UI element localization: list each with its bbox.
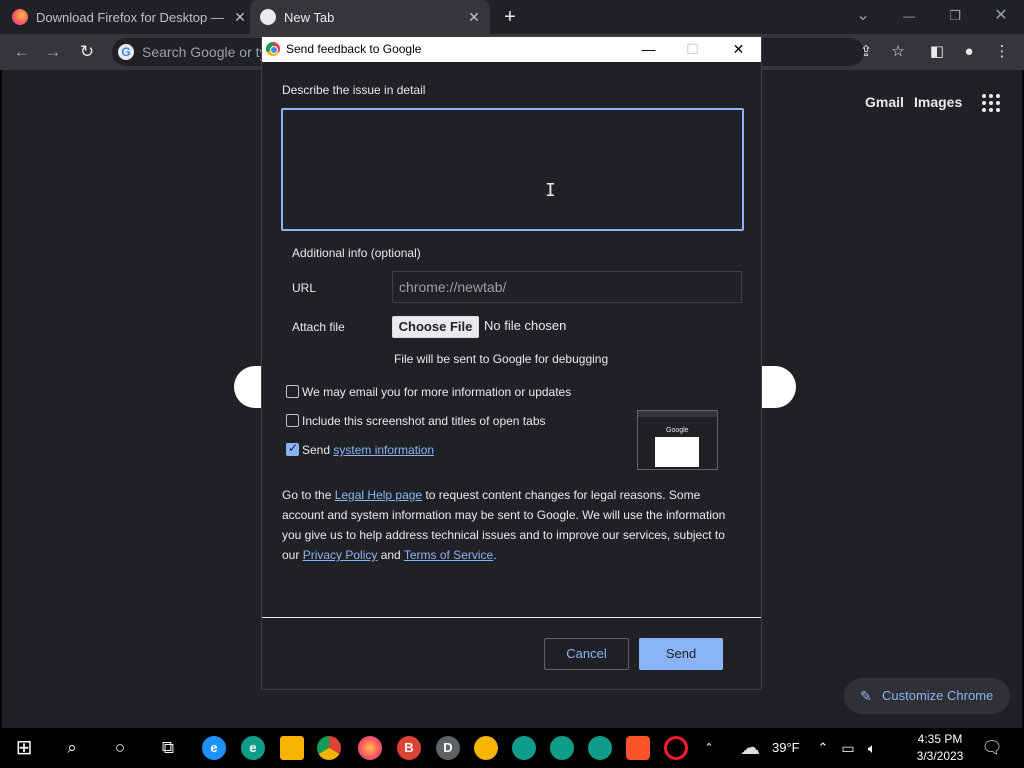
menu-kebab-icon[interactable]: ⋮ bbox=[992, 42, 1012, 62]
send-button[interactable]: Send bbox=[639, 638, 723, 670]
screenshot-checkbox[interactable] bbox=[286, 414, 299, 427]
screenshot-checkbox-label: Include this screenshot and titles of op… bbox=[302, 414, 546, 428]
tab-search-icon[interactable]: ⌄ bbox=[848, 4, 878, 28]
legal-text-part: and bbox=[377, 548, 404, 562]
opera-icon[interactable] bbox=[664, 736, 688, 760]
legal-text-part: . bbox=[493, 548, 497, 562]
taskbar-scroll-icon[interactable]: ⌃ bbox=[697, 736, 721, 760]
clock[interactable]: 4:35 PM 3/3/2023 bbox=[910, 731, 970, 765]
tab-title: Download Firefox for Desktop — bbox=[36, 9, 224, 25]
share-icon[interactable]: ⇪ bbox=[856, 42, 876, 62]
url-label: URL bbox=[292, 281, 317, 295]
tab-new-tab[interactable]: New Tab ✕ bbox=[250, 0, 490, 34]
send-prefix: Send bbox=[302, 443, 331, 457]
legal-text-part: Go to the bbox=[282, 488, 335, 502]
email-checkbox[interactable] bbox=[286, 385, 299, 398]
tab-title: New Tab bbox=[284, 9, 335, 25]
date-text: 3/3/2023 bbox=[916, 749, 964, 763]
edge-dev-icon[interactable] bbox=[550, 736, 574, 760]
edge-beta-icon[interactable] bbox=[512, 736, 536, 760]
gmail-link[interactable]: Gmail bbox=[865, 94, 904, 110]
system-info-checkbox[interactable] bbox=[286, 441, 299, 456]
tab-firefox-download[interactable]: Download Firefox for Desktop — ✕ bbox=[12, 0, 248, 34]
weather-temperature[interactable]: 39°F bbox=[772, 740, 800, 755]
chrome-dev-icon[interactable]: D bbox=[436, 736, 460, 760]
omnibox-placeholder: Search Google or ty bbox=[142, 44, 267, 60]
tray-overflow-icon[interactable]: ⌃ bbox=[811, 736, 835, 760]
profile-avatar-icon[interactable]: ● bbox=[959, 42, 979, 62]
thumbnail-google-text: Google bbox=[666, 427, 689, 434]
google-g-icon: G bbox=[118, 44, 134, 60]
forward-arrow-icon[interactable]: → bbox=[42, 41, 64, 63]
edge-icon[interactable]: e bbox=[241, 736, 265, 760]
network-icon[interactable]: ▭ bbox=[836, 736, 860, 760]
pencil-icon: ✎ bbox=[860, 688, 872, 704]
chrome-taskbar-icon[interactable] bbox=[317, 736, 341, 760]
chrome-icon bbox=[260, 9, 276, 25]
privacy-policy-link[interactable]: Privacy Policy bbox=[303, 548, 378, 562]
customize-label: Customize Chrome bbox=[882, 688, 994, 703]
dialog-maximize-button: ☐ bbox=[686, 41, 699, 57]
dialog-title: Send feedback to Google bbox=[286, 42, 422, 56]
close-tab-icon[interactable]: ✕ bbox=[466, 9, 482, 26]
windows-taskbar: ⊞ ⌕ ○ ⧉ e e B D ⌃ ☁ 39°F ⌃ ▭ 🔈︎ 4:35 PM … bbox=[0, 728, 1024, 768]
terms-of-service-link[interactable]: Terms of Service bbox=[404, 548, 493, 562]
feedback-dialog: Send feedback to Google — ☐ ✕ Describe t… bbox=[261, 36, 762, 690]
windows-start-icon[interactable]: ⊞ bbox=[12, 736, 36, 760]
side-panel-icon[interactable]: ◧ bbox=[927, 42, 947, 62]
ie-icon[interactable]: e bbox=[202, 736, 226, 760]
attach-file-label: Attach file bbox=[292, 320, 345, 334]
search-icon[interactable]: ⌕ bbox=[60, 736, 84, 760]
footer-divider bbox=[262, 617, 761, 618]
cancel-button[interactable]: Cancel bbox=[544, 638, 629, 670]
email-checkbox-label: We may email you for more information or… bbox=[302, 385, 572, 399]
dialog-titlebar: Send feedback to Google — ☐ ✕ bbox=[262, 37, 761, 62]
task-view-icon[interactable]: ⧉ bbox=[156, 736, 180, 760]
chrome-canary-icon[interactable] bbox=[474, 736, 498, 760]
chrome-logo-icon bbox=[266, 42, 280, 56]
legal-text: Go to the Legal Help page to request con… bbox=[282, 485, 745, 565]
legal-help-link[interactable]: Legal Help page bbox=[335, 488, 422, 502]
dialog-minimize-button[interactable]: — bbox=[626, 37, 671, 62]
firefox-icon bbox=[12, 9, 28, 25]
chrome-beta-icon[interactable]: B bbox=[397, 736, 421, 760]
images-link[interactable]: Images bbox=[914, 94, 962, 110]
firefox-taskbar-icon[interactable] bbox=[358, 736, 382, 760]
describe-issue-textarea[interactable] bbox=[281, 108, 744, 231]
reload-icon[interactable]: ↻ bbox=[76, 41, 98, 63]
no-file-chosen-text: No file chosen bbox=[484, 318, 567, 333]
text-cursor-icon: I bbox=[545, 180, 556, 201]
close-tab-icon[interactable]: ✕ bbox=[232, 9, 248, 26]
choose-file-button[interactable]: Choose File bbox=[392, 316, 479, 338]
new-tab-button[interactable]: + bbox=[500, 5, 520, 29]
google-apps-icon[interactable] bbox=[982, 94, 1000, 112]
back-arrow-icon[interactable]: ← bbox=[11, 41, 33, 63]
screenshot-thumbnail[interactable]: Google bbox=[637, 410, 718, 470]
close-window-button[interactable]: ✕ bbox=[986, 4, 1016, 28]
minimize-button[interactable]: — bbox=[894, 4, 924, 28]
edge-canary-icon[interactable] bbox=[588, 736, 612, 760]
debug-note: File will be sent to Google for debuggin… bbox=[394, 352, 609, 366]
tab-strip: Download Firefox for Desktop — ✕ New Tab… bbox=[0, 0, 1024, 34]
restore-button[interactable]: ❐ bbox=[940, 4, 970, 28]
customize-chrome-button[interactable]: ✎ Customize Chrome bbox=[844, 678, 1010, 714]
system-info-checkbox-label: Send system information bbox=[302, 443, 434, 457]
cortana-icon[interactable]: ○ bbox=[108, 736, 132, 760]
additional-info-label: Additional info (optional) bbox=[292, 246, 421, 260]
brave-icon[interactable] bbox=[626, 736, 650, 760]
dialog-close-button[interactable]: ✕ bbox=[716, 37, 761, 62]
notification-icon[interactable]: 🗨︎ bbox=[980, 736, 1004, 760]
bookmark-star-icon[interactable]: ☆ bbox=[888, 42, 908, 62]
system-information-link[interactable]: system information bbox=[333, 443, 434, 457]
cloud-weather-icon[interactable]: ☁ bbox=[738, 736, 762, 760]
file-explorer-icon[interactable] bbox=[280, 736, 304, 760]
url-field[interactable]: chrome://newtab/ bbox=[392, 271, 742, 303]
time-text: 4:35 PM bbox=[917, 732, 963, 746]
volume-icon[interactable]: 🔈︎ bbox=[860, 736, 884, 760]
describe-label: Describe the issue in detail bbox=[282, 83, 426, 97]
